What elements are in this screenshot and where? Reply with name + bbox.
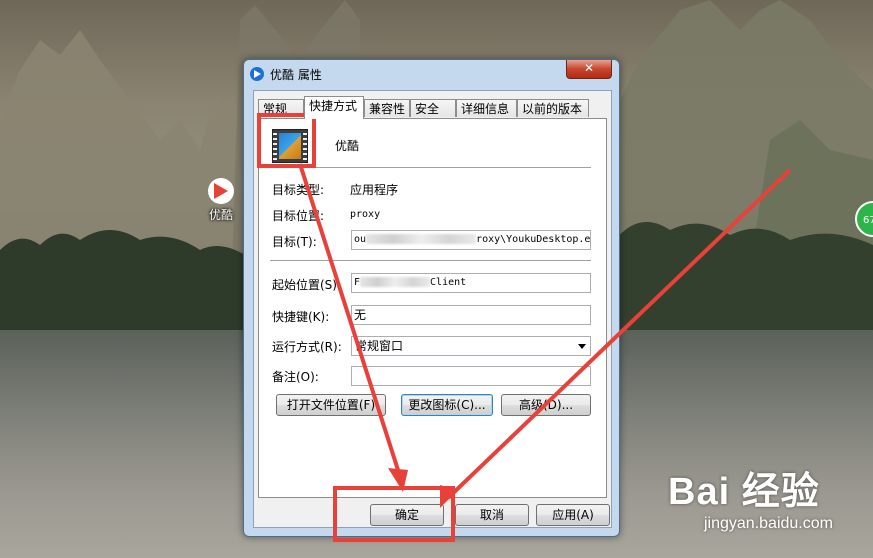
watermark: Bai 经验 jingyan.baidu.com <box>668 460 833 533</box>
tab-general[interactable]: 常规 <box>258 99 304 117</box>
tab-security[interactable]: 安全 <box>410 99 456 117</box>
title-bar[interactable]: 优酷 属性 ✕ <box>244 60 619 90</box>
watermark-logo: Bai 经验 <box>668 471 820 513</box>
run-mode-select[interactable]: 常规窗口 <box>351 336 591 356</box>
chevron-down-icon <box>578 344 586 349</box>
change-icon-button[interactable]: 更改图标(C)... <box>401 394 493 416</box>
tab-details[interactable]: 详细信息 <box>456 99 517 117</box>
tab-previous-versions[interactable]: 以前的版本 <box>517 99 589 117</box>
dialog-client: 常规 快捷方式 兼容性 安全 详细信息 以前的版本 优酷 目标类型: 应用程序 … <box>253 90 612 528</box>
close-button[interactable]: ✕ <box>566 60 612 79</box>
target-type-label: 目标类型: <box>272 183 325 197</box>
separator <box>270 260 591 262</box>
apply-button[interactable]: 应用(A) <box>536 504 610 526</box>
tab-shortcut[interactable]: 快捷方式 <box>304 96 364 119</box>
shortcut-tab-page: 优酷 目标类型: 应用程序 目标位置: proxy 目标(T): ou roxy\… <box>258 118 607 498</box>
dialog-title: 优酷 属性 <box>270 68 322 82</box>
target-label: 目标(T): <box>272 235 317 249</box>
advanced-button[interactable]: 高级(D)... <box>501 394 591 416</box>
youku-icon <box>208 178 234 204</box>
cancel-button[interactable]: 取消 <box>455 504 529 526</box>
ok-button[interactable]: 确定 <box>370 504 444 526</box>
target-location-label: 目标位置: <box>272 209 325 223</box>
redacted-path <box>366 234 477 244</box>
redacted-path <box>360 277 431 287</box>
target-field[interactable]: ou roxy\YoukuDesktop.exe <box>351 230 591 250</box>
separator <box>270 167 591 169</box>
youku-title-icon <box>250 67 264 81</box>
open-file-location-button[interactable]: 打开文件位置(F) <box>276 394 386 416</box>
start-in-label: 起始位置(S): <box>272 278 342 292</box>
comment-field[interactable] <box>351 366 591 386</box>
target-location-value: proxy <box>350 209 381 220</box>
desktop-shortcut-youku[interactable]: 优酷 <box>203 178 239 223</box>
target-suffix: roxy\YoukuDesktop.exe <box>476 234 591 245</box>
comment-label: 备注(O): <box>272 370 319 384</box>
start-in-suffix: Client <box>430 277 467 288</box>
hotkey-label: 快捷键(K): <box>272 310 330 324</box>
tab-compatibility[interactable]: 兼容性 <box>364 99 410 117</box>
film-icon <box>272 129 308 163</box>
run-mode-value: 常规窗口 <box>355 339 404 353</box>
target-prefix: ou <box>354 234 367 245</box>
desktop-icon-label: 优酷 <box>208 208 233 222</box>
properties-dialog: 优酷 属性 ✕ 常规 快捷方式 兼容性 安全 详细信息 以前的版本 优酷 目标类… <box>243 59 620 537</box>
run-label: 运行方式(R): <box>272 340 342 354</box>
shortcut-name: 优酷 <box>335 139 360 153</box>
target-type-value: 应用程序 <box>350 183 399 197</box>
start-in-field[interactable]: F Client <box>351 273 591 293</box>
watermark-url: jingyan.baidu.com <box>704 515 833 532</box>
hotkey-field[interactable]: 无 <box>351 305 591 325</box>
